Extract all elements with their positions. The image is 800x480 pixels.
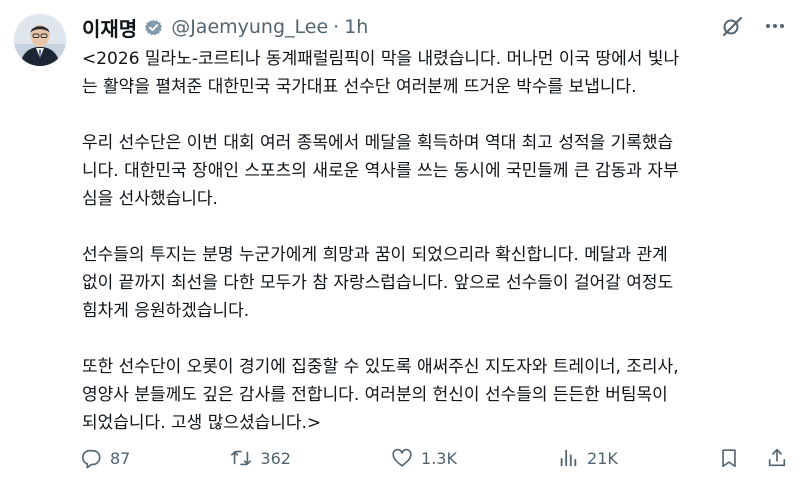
display-name[interactable]: 이재명 — [82, 13, 137, 42]
tweet-paragraph-2: 우리 선수단은 이번 대회 여러 종목에서 메달을 획득하며 역대 최고 성적을… — [82, 129, 790, 213]
view-count: 21K — [587, 448, 618, 468]
text-line: 되었습니다. 고생 많으셨습니다.> — [82, 413, 322, 433]
views-button[interactable]: 21K — [557, 447, 618, 469]
repost-button[interactable]: 362 — [230, 447, 291, 469]
tweet-paragraph-4: 또한 선수단이 오롯이 경기에 집중할 수 있도록 애써주신 지도자와 트레이너… — [82, 353, 790, 437]
user-handle[interactable]: @Jaemyung_Lee — [171, 16, 328, 38]
avatar-image — [14, 14, 66, 66]
like-count: 1.3K — [421, 448, 457, 468]
tweet-paragraph-1: <2026 밀라노-코르티나 동계패럴림픽이 막을 내렸습니다. 머나먼 이국 … — [82, 45, 790, 101]
text-line: 우리 선수단은 이번 대회 여러 종목에서 메달을 획득하며 역대 최고 성적을… — [82, 133, 674, 153]
reply-button[interactable]: 87 — [80, 447, 130, 469]
reply-icon — [81, 449, 101, 469]
tweet-text: <2026 밀라노-코르티나 동계패럴림픽이 막을 내렸습니다. 머나먼 이국 … — [82, 45, 790, 437]
text-line: 힘차게 응원하겠습니다. — [82, 301, 250, 321]
repost-icon — [231, 450, 252, 466]
tweet-header: 이재명 @Jaemyung_Lee · 1h — [82, 12, 368, 42]
more-icon[interactable] — [764, 15, 786, 37]
text-line: 는 활약을 펼쳐준 대한민국 국가대표 선수단 여러분께 뜨거운 박수를 보냅니… — [82, 77, 637, 97]
secondary-actions — [718, 447, 788, 469]
verified-badge-icon[interactable] — [143, 17, 164, 38]
tweet-paragraph-3: 선수들의 투지는 분명 누군가에게 희망과 꿈이 되었으리라 확신합니다. 메달… — [82, 241, 790, 325]
text-line: 또한 선수단이 오롯이 경기에 집중할 수 있도록 애써주신 지도자와 트레이너… — [82, 357, 679, 377]
reply-count: 87 — [110, 448, 131, 468]
repost-count: 362 — [260, 448, 291, 468]
separator-dot: · — [333, 16, 340, 38]
tweet[interactable]: 이재명 @Jaemyung_Lee · 1h <2026 밀라노-코르티나 동계… — [0, 0, 800, 480]
views-icon — [560, 449, 577, 467]
top-actions — [720, 14, 786, 38]
bookmark-button[interactable] — [718, 447, 740, 469]
timestamp[interactable]: 1h — [344, 16, 368, 38]
text-line: 선수들의 투지는 분명 누군가에게 희망과 꿈이 되었으리라 확신합니다. 메달… — [82, 245, 668, 265]
text-line: 영양사 분들께도 깊은 감사를 전합니다. 여러분의 헌신이 선수들의 든든한 … — [82, 385, 668, 405]
text-line: 심을 선사했습니다. — [82, 189, 218, 209]
text-line: 니다. 대한민국 장애인 스포츠의 새로운 역사를 쓰는 동시에 국민들께 큰 … — [82, 161, 679, 181]
share-icon — [768, 448, 786, 467]
text-line: <2026 밀라노-코르티나 동계패럴림픽이 막을 내렸습니다. 머나먼 이국 … — [82, 49, 680, 69]
share-button[interactable] — [766, 447, 788, 469]
grok-icon[interactable] — [720, 14, 744, 38]
like-button[interactable]: 1.3K — [391, 447, 457, 469]
bookmark-icon — [722, 449, 736, 468]
action-bar: 87 362 1.3K 21K — [80, 444, 788, 472]
text-line: 없이 끝까지 최선을 다한 모두가 참 자랑스럽습니다. 앞으로 선수들이 걸어… — [82, 273, 674, 293]
avatar[interactable] — [14, 14, 66, 66]
like-icon — [392, 448, 412, 467]
